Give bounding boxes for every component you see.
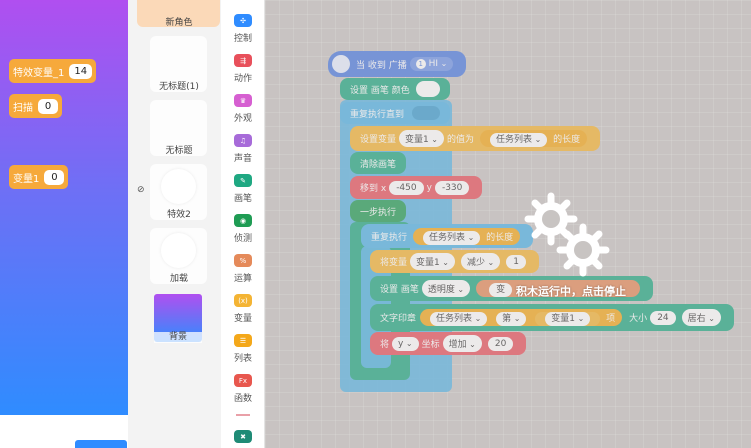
running-overlay[interactable] (265, 0, 751, 448)
sprite-thumbnail (161, 169, 196, 204)
stage-button[interactable] (75, 440, 127, 448)
hidden-eye-icon[interactable]: ⊘ (137, 185, 147, 195)
variable-monitor-value: 14 (69, 63, 93, 79)
category-operators[interactable]: 运算 (221, 271, 265, 284)
gears-icon (524, 192, 610, 277)
sensing-icon[interactable]: ◉ (234, 214, 252, 227)
looks-icon[interactable]: ♛ (234, 94, 252, 107)
category-looks[interactable]: 外观 (221, 111, 265, 124)
category-sensing[interactable]: 侦测 (221, 231, 265, 244)
variables-icon[interactable]: (x) (234, 294, 252, 307)
sprite-label: 新角色 (165, 18, 193, 28)
variable-monitor-label: 扫描 (13, 102, 33, 114)
backdrop-label: 背景 (154, 332, 202, 343)
sound-icon[interactable]: ♫ (234, 134, 252, 147)
sprite-label: 无标题 (165, 146, 193, 156)
variable-monitor-effect[interactable]: 特效变量_1 14 (9, 59, 97, 83)
sprite-thumbnail (161, 233, 196, 268)
control-icon[interactable]: ✣ (234, 14, 252, 27)
running-status-text[interactable]: 积木运行中，点击停止 (505, 283, 637, 299)
motion-icon[interactable]: ⇶ (234, 54, 252, 67)
category-sound[interactable]: 声音 (221, 151, 265, 164)
category-divider (236, 414, 250, 416)
list-icon[interactable]: ☰ (234, 334, 252, 347)
category-functions[interactable]: 函数 (221, 391, 265, 404)
functions-icon[interactable]: Fx (234, 374, 252, 387)
category-motion[interactable]: 动作 (221, 71, 265, 84)
sprite-label: 加载 (169, 274, 188, 284)
category-list[interactable]: 列表 (221, 351, 265, 364)
sprite-label: 无标题(1) (159, 82, 199, 92)
category-pen[interactable]: 画笔 (221, 191, 265, 204)
category-control[interactable]: 控制 (221, 31, 265, 44)
variable-monitor-value: 0 (44, 169, 65, 185)
category-variables[interactable]: 变量 (221, 311, 265, 324)
extension-icon[interactable]: ✖ (234, 430, 252, 443)
sprite-label: 特效2 (167, 210, 191, 220)
variable-monitor-var1[interactable]: 变量1 0 (9, 165, 69, 189)
pen-icon[interactable]: ✎ (234, 174, 252, 187)
variable-monitor-scan[interactable]: 扫描 0 (9, 94, 62, 118)
variable-monitor-label: 特效变量_1 (13, 67, 65, 79)
operators-icon[interactable]: % (234, 254, 252, 267)
variable-monitor-value: 0 (38, 98, 58, 114)
variable-monitor-label: 变量1 (13, 173, 40, 185)
